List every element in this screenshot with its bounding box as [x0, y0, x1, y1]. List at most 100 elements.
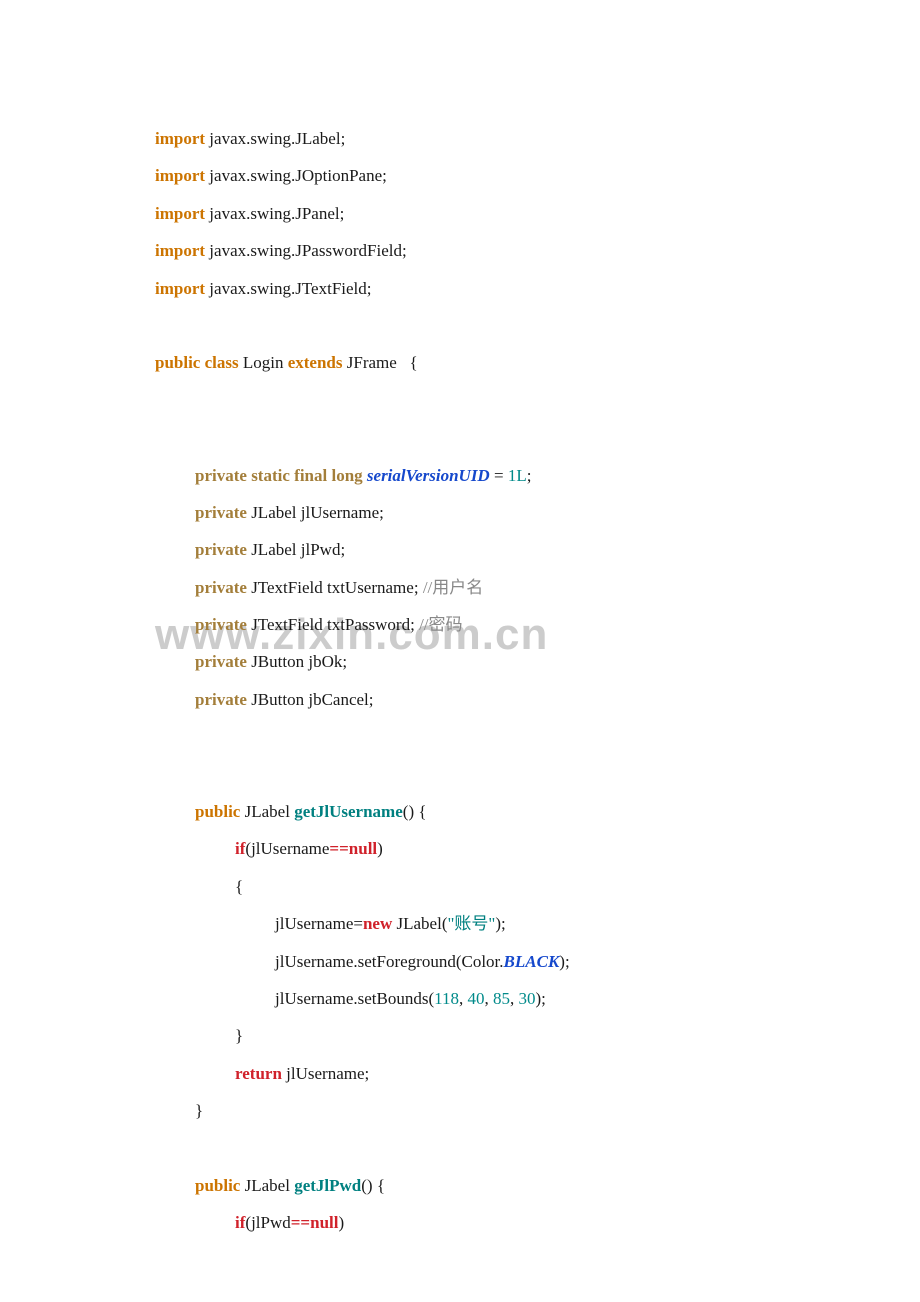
method-name: getJlUsername — [294, 802, 403, 821]
class-decl: public class Login extends JFrame { — [155, 344, 765, 381]
code-line: if(jlPwd==null) — [155, 1204, 765, 1241]
comma: , — [459, 989, 468, 1008]
method-name: getJlPwd — [294, 1176, 361, 1195]
code-line: } — [155, 1017, 765, 1054]
rbrace: } — [195, 1101, 203, 1120]
kw-import: import — [155, 166, 205, 185]
kw-import: import — [155, 241, 205, 260]
type: JButton — [251, 690, 304, 709]
field-decl: private JLabel jlPwd; — [155, 531, 765, 568]
code-line: jlUsername=new JLabel("账号"); — [155, 905, 765, 942]
blank-line — [155, 382, 765, 419]
var: jlUsername — [275, 989, 353, 1008]
assign: = — [353, 914, 363, 933]
const: BLACK — [504, 952, 560, 971]
lbrace: { — [377, 1176, 385, 1195]
kw-class: class — [205, 353, 239, 372]
lbrace: { — [410, 353, 418, 372]
var: jlUsername — [286, 1064, 364, 1083]
blank-line — [155, 1130, 765, 1167]
semi: ; — [565, 952, 570, 971]
num: 118 — [434, 989, 459, 1008]
comment: //密码 — [419, 615, 462, 634]
field-decl: private JLabel jlUsername; — [155, 494, 765, 531]
blank-line — [155, 718, 765, 755]
code-line: jlUsername.setForeground(Color.BLACK); — [155, 943, 765, 980]
blank-line — [155, 307, 765, 344]
num: 30 — [519, 989, 536, 1008]
code-line: { — [155, 868, 765, 905]
type: JOptionPane — [295, 166, 382, 185]
type: JLabel — [396, 914, 441, 933]
field-decl: private JButton jbOk; — [155, 643, 765, 680]
semi: ; — [341, 129, 346, 148]
kw-long: long — [331, 466, 362, 485]
field-name: jlPwd — [301, 540, 341, 559]
field-name: jlUsername — [301, 503, 379, 522]
kw-private: private — [195, 690, 247, 709]
var: jlPwd — [251, 1213, 291, 1232]
kw-private: private — [195, 615, 247, 634]
type: Color — [462, 952, 500, 971]
kw-private: private — [195, 578, 247, 597]
comment: //用户名 — [423, 578, 483, 597]
field-name: txtPassword — [327, 615, 410, 634]
field-name: txtUsername — [327, 578, 414, 597]
space — [397, 353, 410, 372]
field-decl: private JTextField txtUsername; //用户名 — [155, 569, 765, 606]
field-decl: private JButton jbCancel; — [155, 681, 765, 718]
kw-null: null — [349, 839, 377, 858]
method-decl: public JLabel getJlUsername() { — [155, 793, 765, 830]
field-decl: private static final long serialVersionU… — [155, 457, 765, 494]
kw-public: public — [155, 353, 200, 372]
semi: ; — [340, 204, 345, 223]
kw-new: new — [363, 914, 392, 933]
field-name: jbOk — [308, 652, 342, 671]
string-literal: "账号" — [447, 914, 495, 933]
var: jlUsername — [251, 839, 329, 858]
semi: ; — [527, 466, 532, 485]
kw-final: final — [294, 466, 327, 485]
kw-static: static — [251, 466, 290, 485]
kw-private: private — [195, 652, 247, 671]
comma: , — [510, 989, 519, 1008]
type: JLabel — [245, 802, 290, 821]
rbrace: } — [235, 1026, 243, 1045]
pkg: javax.swing — [209, 166, 291, 185]
type: JTextField — [295, 279, 367, 298]
eq: = — [490, 466, 508, 485]
num: 1L — [508, 466, 527, 485]
code-line: import javax.swing.JOptionPane; — [155, 157, 765, 194]
type: JTextField — [251, 615, 323, 634]
code-line: return jlUsername; — [155, 1055, 765, 1092]
code-line: import javax.swing.JPanel; — [155, 195, 765, 232]
pkg: javax.swing — [209, 241, 291, 260]
kw-public: public — [195, 1176, 240, 1195]
eqeq: == — [291, 1213, 310, 1232]
method-call: setBounds — [358, 989, 429, 1008]
semi: ; — [365, 1064, 370, 1083]
field-name: jbCancel — [308, 690, 368, 709]
kw-if: if — [235, 1213, 245, 1232]
semi: ; — [340, 540, 345, 559]
type: JLabel — [245, 1176, 290, 1195]
var: jlUsername — [275, 952, 353, 971]
pkg: javax.swing — [209, 129, 291, 148]
kw-import: import — [155, 204, 205, 223]
kw-private: private — [195, 540, 247, 559]
field-decl: private JTextField txtPassword; //密码 — [155, 606, 765, 643]
comma: , — [485, 989, 494, 1008]
method-call: setForeground — [358, 952, 456, 971]
num: 40 — [468, 989, 485, 1008]
blank-line — [155, 419, 765, 456]
num: 85 — [493, 989, 510, 1008]
kw-private: private — [195, 503, 247, 522]
semi: ; — [379, 503, 384, 522]
code-line: } — [155, 1092, 765, 1129]
type: JPanel — [295, 204, 339, 223]
kw-null: null — [310, 1213, 338, 1232]
lbrace: { — [418, 802, 426, 821]
method-decl: public JLabel getJlPwd() { — [155, 1167, 765, 1204]
type: JLabel — [251, 540, 296, 559]
semi: ; — [402, 241, 407, 260]
